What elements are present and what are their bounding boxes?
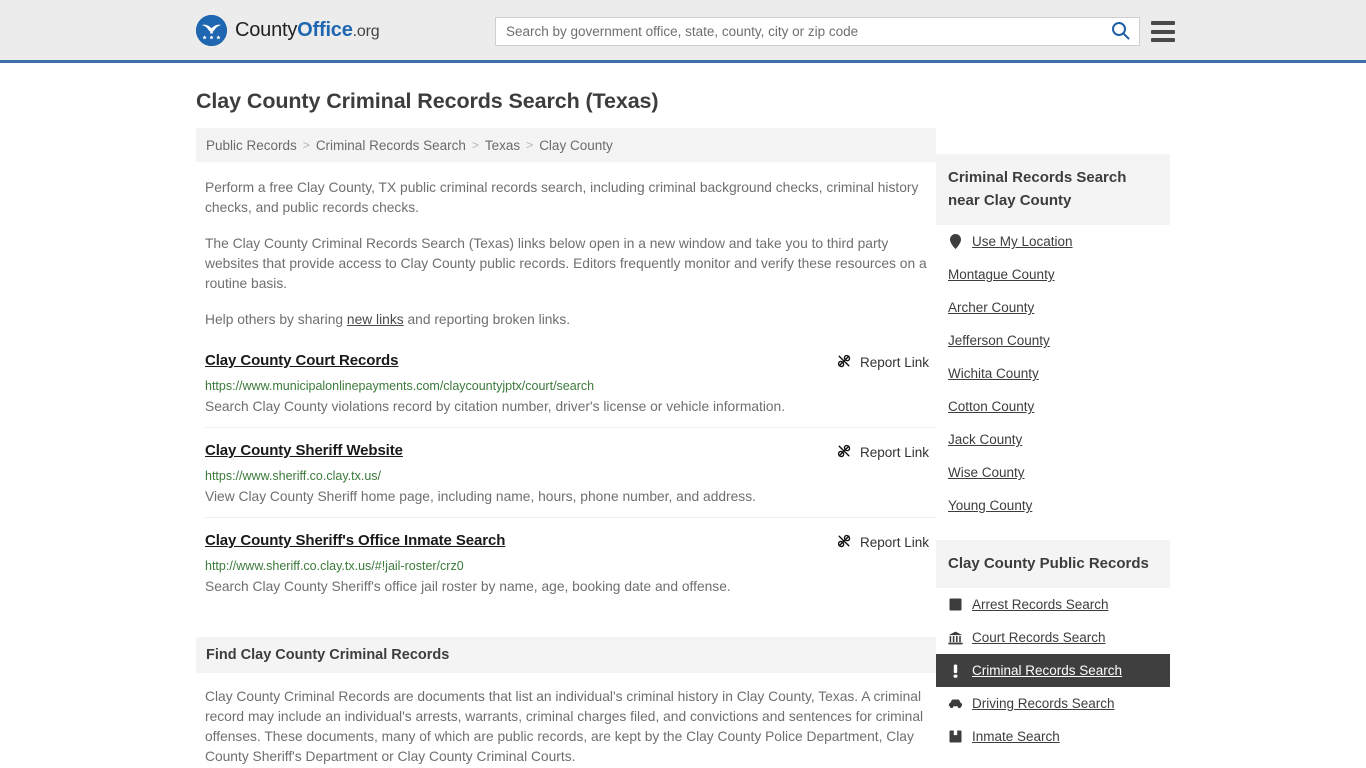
- result-title-link[interactable]: Clay County Sheriff Website: [205, 442, 403, 459]
- breadcrumb-item-clay-county[interactable]: Clay County: [539, 138, 613, 153]
- help-line-after: and reporting broken links.: [403, 312, 571, 327]
- sidebar-item-arrest-records-search[interactable]: Arrest Records Search: [936, 588, 1170, 621]
- sidebar: Criminal Records Search near Clay County…: [936, 154, 1170, 753]
- site-header: CountyOffice.org: [0, 0, 1366, 63]
- search-icon: [1111, 21, 1130, 43]
- sidebar-item-jack-county[interactable]: Jack County: [936, 423, 1170, 456]
- site-logo[interactable]: CountyOffice.org: [196, 14, 380, 46]
- search-button[interactable]: [1101, 18, 1139, 45]
- sidebar-item-label: Wise County: [948, 465, 1025, 480]
- sidebar-item-label: Cotton County: [948, 399, 1035, 414]
- broken-link-icon: [836, 443, 852, 462]
- sidebar-nearby-heading: Criminal Records Search near Clay County: [936, 154, 1170, 225]
- help-line-before: Help others by sharing: [205, 312, 347, 327]
- sidebar-item-label: Use My Location: [972, 234, 1073, 249]
- intro-paragraph-1: Perform a free Clay County, TX public cr…: [205, 180, 919, 215]
- result-title-link[interactable]: Clay County Sheriff's Office Inmate Sear…: [205, 532, 505, 549]
- sidebar-item-cotton-county[interactable]: Cotton County: [936, 390, 1170, 423]
- sidebar-item-label: Archer County: [948, 300, 1035, 315]
- intro-paragraph-2: The Clay County Criminal Records Search …: [205, 236, 927, 291]
- main-column: Public Records > Criminal Records Search…: [196, 128, 936, 768]
- sidebar-item-young-county[interactable]: Young County: [936, 489, 1170, 522]
- result-url: https://www.sheriff.co.clay.tx.us/: [205, 469, 381, 483]
- eagle-shield-logo-icon: [196, 14, 227, 46]
- brand-wordmark: CountyOffice.org: [235, 18, 380, 42]
- result-description: View Clay County Sheriff home page, incl…: [205, 489, 756, 504]
- broken-link-icon: [836, 533, 852, 552]
- result-url: http://www.sheriff.co.clay.tx.us/#!jail-…: [205, 559, 464, 573]
- sidebar-item-label: Jack County: [948, 432, 1023, 447]
- report-link-label: Report Link: [859, 355, 929, 370]
- sidebar-public-records-list: Arrest Records Search Court Records Sear…: [936, 588, 1170, 753]
- car-icon: [948, 696, 963, 711]
- sidebar-item-label: Jefferson County: [948, 333, 1050, 348]
- find-records-heading: Find Clay County Criminal Records: [196, 637, 936, 673]
- alert-exclamation-icon: [948, 663, 963, 678]
- courthouse-icon: [948, 630, 963, 645]
- sidebar-item-use-my-location[interactable]: Use My Location: [936, 225, 1170, 258]
- link-result-row: Clay County Sheriff's Office Inmate Sear…: [205, 532, 936, 607]
- result-url: https://www.municipalonlinepayments.com/…: [205, 379, 595, 393]
- hamburger-bar-1: [1151, 21, 1175, 25]
- breadcrumb: Public Records > Criminal Records Search…: [196, 128, 936, 162]
- sidebar-nearby-list: Use My Location Montague County Archer C…: [936, 225, 1170, 522]
- sidebar-item-jefferson-county[interactable]: Jefferson County: [936, 324, 1170, 357]
- help-line: Help others by sharing new links and rep…: [196, 310, 936, 330]
- broken-link-icon: [836, 353, 852, 372]
- sidebar-item-montague-county[interactable]: Montague County: [936, 258, 1170, 291]
- search-input[interactable]: [496, 18, 1101, 45]
- sidebar-item-label: Young County: [948, 498, 1033, 513]
- report-link-button[interactable]: Report Link: [836, 442, 929, 462]
- link-results-list: Clay County Court Records Report Link ht…: [196, 352, 936, 607]
- sidebar-item-court-records-search[interactable]: Court Records Search: [936, 621, 1170, 654]
- fingerprint-icon: [948, 597, 963, 612]
- sidebar-item-label: Wichita County: [948, 366, 1039, 381]
- search-bar[interactable]: [495, 17, 1140, 46]
- new-links-link[interactable]: new links: [347, 312, 404, 327]
- inmate-icon: [948, 729, 963, 744]
- sidebar-item-label: Inmate Search: [972, 729, 1060, 744]
- sidebar-item-label: Criminal Records Search: [972, 663, 1123, 678]
- sidebar-item-label: Court Records Search: [972, 630, 1106, 645]
- report-link-label: Report Link: [859, 535, 929, 550]
- result-title-link[interactable]: Clay County Court Records: [205, 352, 398, 369]
- result-description: Search Clay County violations record by …: [205, 399, 786, 414]
- breadcrumb-item-criminal-records-search[interactable]: Criminal Records Search: [316, 138, 466, 153]
- report-link-button[interactable]: Report Link: [836, 352, 929, 372]
- hamburger-bar-3: [1151, 38, 1175, 42]
- sidebar-item-driving-records-search[interactable]: Driving Records Search: [936, 687, 1170, 720]
- brand-part-office: Office: [297, 18, 353, 41]
- link-result-row: Clay County Court Records Report Link ht…: [205, 352, 936, 428]
- hamburger-bar-2: [1151, 29, 1175, 34]
- page-title: Clay County Criminal Records Search (Tex…: [196, 89, 659, 113]
- breadcrumb-separator: >: [526, 138, 534, 152]
- brand-part-tld: .org: [352, 22, 380, 40]
- find-records-body: Clay County Criminal Records are documen…: [205, 689, 924, 764]
- report-link-label: Report Link: [859, 445, 929, 460]
- result-description: Search Clay County Sheriff's office jail…: [205, 579, 731, 594]
- content-columns: Public Records > Criminal Records Search…: [196, 128, 1170, 768]
- map-pin-icon: [948, 234, 963, 249]
- breadcrumb-item-texas[interactable]: Texas: [485, 138, 520, 153]
- sidebar-item-wichita-county[interactable]: Wichita County: [936, 357, 1170, 390]
- breadcrumb-item-public-records[interactable]: Public Records: [206, 138, 297, 153]
- breadcrumb-separator: >: [302, 138, 310, 152]
- breadcrumb-separator: >: [471, 138, 479, 152]
- sidebar-item-label: Montague County: [948, 267, 1055, 282]
- brand-part-county: County: [235, 18, 298, 41]
- sidebar-item-wise-county[interactable]: Wise County: [936, 456, 1170, 489]
- sidebar-public-records-group: Clay County Public Records Arrest Record…: [936, 540, 1170, 753]
- sidebar-item-archer-county[interactable]: Archer County: [936, 291, 1170, 324]
- page-container: Clay County Criminal Records Search (Tex…: [0, 89, 1366, 768]
- hamburger-menu-icon[interactable]: [1151, 21, 1175, 42]
- link-result-row: Clay County Sheriff Website Report Link: [205, 442, 936, 518]
- report-link-button[interactable]: Report Link: [836, 532, 929, 552]
- sidebar-item-inmate-search[interactable]: Inmate Search: [936, 720, 1170, 753]
- sidebar-public-records-heading: Clay County Public Records: [936, 540, 1170, 588]
- sidebar-item-label: Arrest Records Search: [972, 597, 1109, 612]
- sidebar-item-criminal-records-search[interactable]: Criminal Records Search: [936, 654, 1170, 687]
- sidebar-item-label: Driving Records Search: [972, 696, 1115, 711]
